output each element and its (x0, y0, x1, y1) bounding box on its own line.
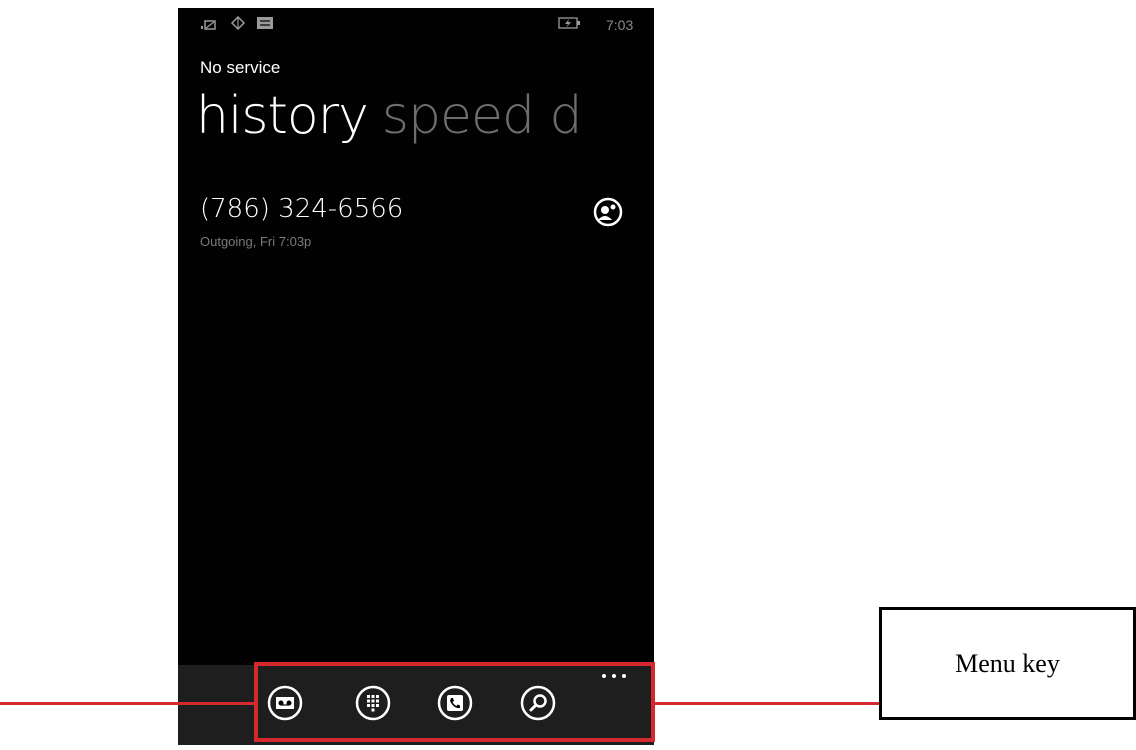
tab-history[interactable]: history (196, 86, 369, 146)
contact-icon[interactable] (592, 196, 624, 228)
status-time: 7:03 (606, 17, 634, 33)
call-history-item[interactable]: (786) 324-6566 Outgoing, Fri 7:03p (178, 194, 654, 258)
call-number: (786) 324-6566 (200, 194, 404, 224)
status-bar: 7:03 (178, 8, 654, 40)
battery-charging-icon (558, 17, 580, 29)
annotation-line-left (0, 702, 256, 705)
callout-label: Menu key (955, 648, 1060, 678)
tab-speed-dial[interactable]: speed d (382, 86, 583, 146)
signal-icon (201, 20, 216, 30)
pivot-header: history speed d (196, 86, 582, 146)
annotation-line-right (654, 702, 880, 705)
menu-key-callout: Menu key (879, 607, 1136, 720)
carrier-status: No service (200, 58, 281, 77)
app-bar-highlight (254, 662, 655, 742)
data-connection-icon (230, 16, 246, 30)
message-icon (257, 17, 273, 29)
call-detail: Outgoing, Fri 7:03p (200, 234, 312, 249)
phone-screen: 7:03 No service history speed d (786) 324… (178, 8, 654, 745)
